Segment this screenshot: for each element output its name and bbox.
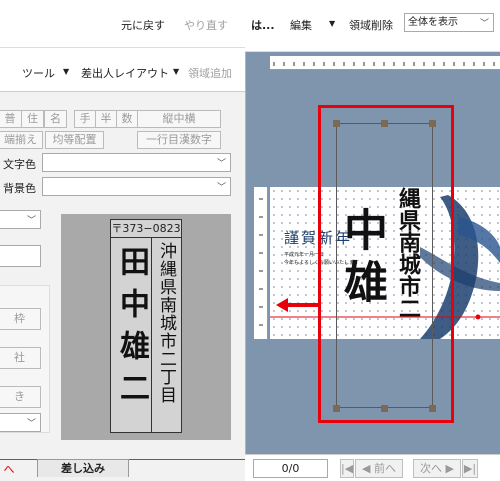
first-page-button[interactable]: |◀	[340, 459, 354, 478]
address-label-preview: 〒373−0823 沖縄県南城市二丁目 田中雄二	[110, 219, 182, 433]
frame-button[interactable]: 枠	[0, 308, 41, 330]
field-button-address[interactable]: 住	[21, 110, 44, 128]
view-select-value: 全体を表示	[408, 17, 458, 28]
delete-area-button[interactable]: 領域削除	[349, 17, 393, 33]
field-button-name[interactable]: 名	[44, 110, 67, 128]
page-indicator: 0/0	[253, 459, 328, 478]
size-select[interactable]: ﹀	[0, 210, 41, 229]
bg-color-select[interactable]: ﹀	[42, 177, 231, 196]
value-input[interactable]	[0, 245, 41, 267]
postal-code: 〒373−0823	[111, 220, 181, 238]
field-button-number[interactable]: 数	[116, 110, 138, 128]
chevron-down-icon: ﹀	[479, 19, 489, 29]
bg-color-label: 背景色	[3, 182, 36, 195]
left-arrow-icon	[276, 298, 320, 312]
edit-menu[interactable]: 編集	[290, 17, 312, 33]
left-panel: 元に戻す やり直す ツール ▼ 差出人レイアウト ▼ 領域追加 普 住 名 手 …	[0, 0, 245, 481]
distribute-button[interactable]: 均等配置	[45, 131, 104, 149]
text-color-select[interactable]: ﹀	[42, 153, 231, 172]
field-button-normal[interactable]: 普	[0, 110, 22, 128]
prev-page-button[interactable]: ◀ 前へ	[355, 459, 403, 478]
text-color-label: 文字色	[3, 158, 36, 171]
option-select[interactable]: ﹀	[0, 413, 41, 432]
chevron-down-icon: ﹀	[26, 419, 36, 429]
add-area-button[interactable]: 領域追加	[188, 65, 232, 81]
edge-align-button[interactable]: 端揃え	[0, 131, 43, 149]
chevron-down-icon: ﹀	[216, 159, 226, 169]
edit-chevron-down-icon[interactable]: ▼	[329, 19, 335, 28]
tate-chu-yoko-button[interactable]: 縦中横	[137, 110, 221, 128]
undo-button[interactable]: 元に戻す	[121, 17, 165, 33]
field-button-hand[interactable]: 手	[74, 110, 96, 128]
window-title: は...	[251, 19, 275, 32]
divider	[151, 238, 152, 432]
main-toolbar: ツール ▼ 差出人レイアウト ▼ 領域追加	[0, 48, 245, 92]
vertical-ruler	[254, 187, 268, 339]
tools-menu[interactable]: ツール	[22, 65, 55, 81]
chevron-down-icon: ﹀	[216, 183, 226, 193]
next-page-button[interactable]: 次へ ▶	[413, 459, 461, 478]
sender-layout-menu[interactable]: 差出人レイアウト	[81, 65, 169, 81]
sender-layout-chevron-down-icon[interactable]: ▼	[173, 67, 179, 76]
company-button[interactable]: 社	[0, 347, 41, 369]
pager-bar: 0/0 |◀ ◀ 前へ 次へ ▶ ▶|	[245, 454, 500, 481]
view-select[interactable]: 全体を表示 ﹀	[404, 13, 494, 32]
tools-chevron-down-icon[interactable]: ▼	[63, 67, 69, 76]
kanji-numerals-button[interactable]: 一行目漢数字	[137, 131, 221, 149]
undo-toolbar: 元に戻す やり直す	[0, 0, 245, 48]
panel-divider	[245, 0, 246, 481]
redo-button[interactable]: やり直す	[184, 17, 228, 33]
name-text: 田中雄二	[114, 246, 149, 414]
field-button-half[interactable]: 半	[95, 110, 117, 128]
tab-preview[interactable]: へ	[0, 461, 20, 479]
address-text: 沖縄県南城市二丁目	[156, 242, 176, 404]
horizontal-ruler	[270, 56, 500, 70]
last-page-button[interactable]: ▶|	[462, 459, 478, 478]
tab-merge[interactable]: 差し込み	[37, 459, 129, 477]
right-toolbar: は... 編集 ▼ 領域削除 全体を表示 ﹀	[245, 0, 500, 52]
direction-button[interactable]: き	[0, 386, 41, 408]
chevron-down-icon: ﹀	[26, 216, 36, 226]
highlight-box	[318, 105, 454, 423]
